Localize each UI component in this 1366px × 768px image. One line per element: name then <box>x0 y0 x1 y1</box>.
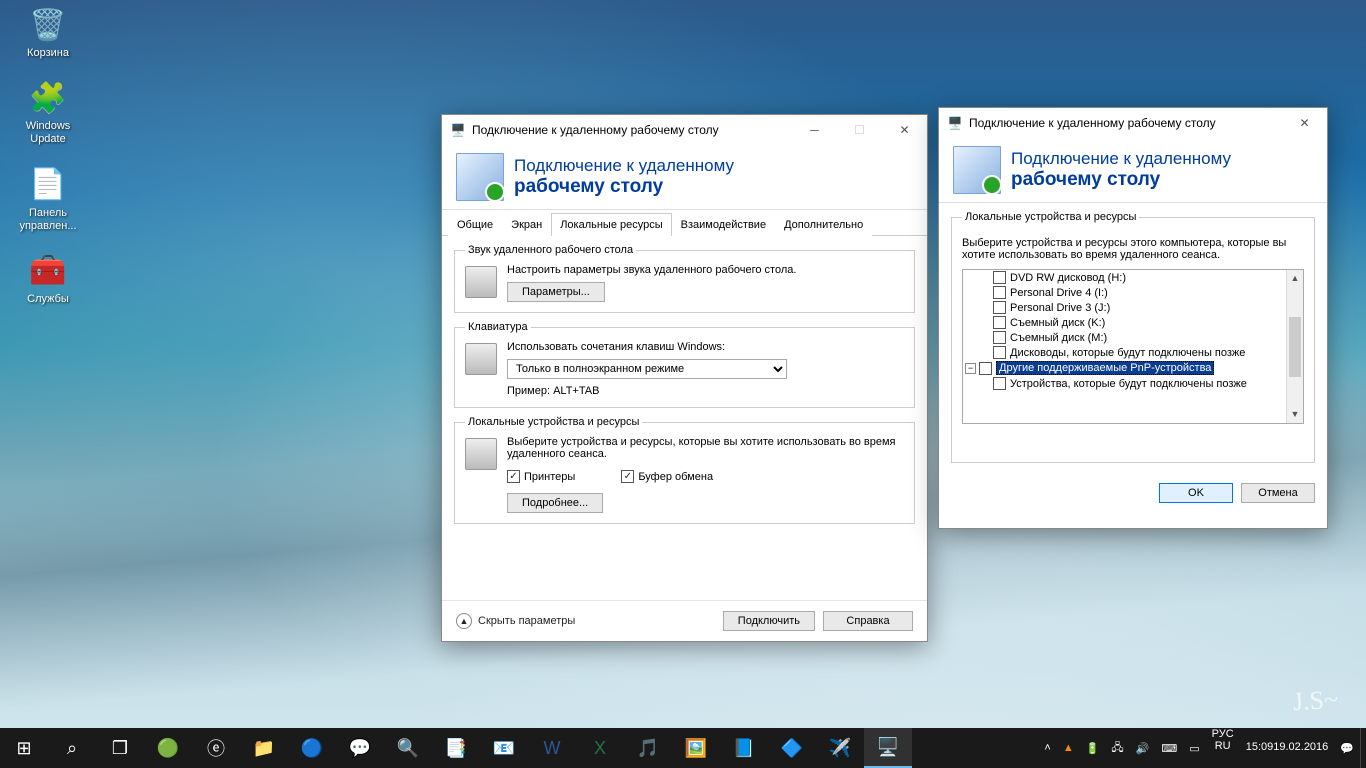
titlebar[interactable]: 🖥️ Подключение к удаленному рабочему сто… <box>442 115 927 145</box>
start-button[interactable]: ⊞ <box>0 728 48 768</box>
desktop-icon-winupdate[interactable]: 🧩Windows Update <box>10 78 86 146</box>
tray-language[interactable]: РУСRU <box>1206 728 1240 768</box>
system-tray: ˄ ▲ 🔋 🖧 🔊 ⌨ ▭ РУСRU 15:0919.02.2016 💬 <box>1038 728 1366 768</box>
taskbar-app[interactable]: 🔷 <box>768 728 816 768</box>
taskbar-app[interactable]: ✈️ <box>816 728 864 768</box>
tree-item[interactable]: Устройства, которые будут подключены поз… <box>963 376 1303 391</box>
rdc-banner-icon <box>456 153 504 201</box>
scrollbar[interactable]: ▲▼ <box>1286 270 1303 423</box>
taskbar-app[interactable]: 🖼️ <box>672 728 720 768</box>
tree-item[interactable]: Дисководы, которые будут подключены позж… <box>963 345 1303 360</box>
taskbar: ⊞ ⌕ ❐ 🟢 ⓔ 📁 🔵 💬 🔍 📑 📧 W X 🎵 🖼️ 📘 🔷 ✈️ 🖥️… <box>0 728 1366 768</box>
taskbar-app[interactable]: 🎵 <box>624 728 672 768</box>
tray-clock[interactable]: 15:0919.02.2016 <box>1240 728 1335 768</box>
tray-action-center-icon[interactable]: 💬 <box>1334 728 1360 768</box>
scroll-up-icon[interactable]: ▲ <box>1287 270 1303 287</box>
taskbar-app[interactable]: 📑 <box>432 728 480 768</box>
close-button[interactable]: ✕ <box>882 115 927 145</box>
tree-item[interactable]: Съемный диск (K:) <box>963 315 1303 330</box>
help-button[interactable]: Справка <box>823 611 913 631</box>
banner: Подключение к удаленному рабочему столу <box>939 138 1327 203</box>
bottom-bar: ▲Скрыть параметры Подключить Справка <box>442 600 927 641</box>
tab-body: Звук удаленного рабочего стола Настроить… <box>442 236 927 600</box>
rdc-icon: 🖥️ <box>947 115 963 131</box>
device-tree[interactable]: DVD RW дисковод (H:) Personal Drive 4 (I… <box>962 269 1304 424</box>
checkbox-printers[interactable]: ✓Принтеры <box>507 470 575 483</box>
taskbar-app-excel[interactable]: X <box>576 728 624 768</box>
devices-icon <box>465 438 497 470</box>
tray-battery-icon[interactable]: 🔋 <box>1080 728 1106 768</box>
document-icon: 📄 <box>28 165 68 205</box>
scroll-down-icon[interactable]: ▼ <box>1287 406 1303 423</box>
taskbar-app[interactable]: 📘 <box>720 728 768 768</box>
taskbar-app[interactable]: 🔍 <box>384 728 432 768</box>
audio-settings-button[interactable]: Параметры... <box>507 282 605 302</box>
taskbar-app-ie[interactable]: ⓔ <box>192 728 240 768</box>
taskbar-app-rdc[interactable]: 🖥️ <box>864 728 912 768</box>
tree-item[interactable]: Personal Drive 3 (J:) <box>963 300 1303 315</box>
tray-icon[interactable]: ▲ <box>1057 728 1080 768</box>
group-keyboard: Клавиатура Использовать сочетания клавиш… <box>454 321 915 408</box>
chevron-up-icon: ▲ <box>456 613 472 629</box>
desktop-icon-recycle[interactable]: 🗑️Корзина <box>10 5 86 60</box>
rdc-banner-icon <box>953 146 1001 194</box>
desktop-icon-control-panel[interactable]: 📄Панель управлен... <box>10 165 86 233</box>
taskbar-app[interactable]: 💬 <box>336 728 384 768</box>
rdc-devices-dialog: 🖥️ Подключение к удаленному рабочему сто… <box>938 107 1328 529</box>
wallpaper-signature: J.S~ <box>1292 685 1339 717</box>
recycle-bin-icon: 🗑️ <box>28 5 68 45</box>
show-desktop-button[interactable] <box>1360 728 1366 768</box>
tray-overflow[interactable]: ˄ <box>1038 728 1056 768</box>
tray-volume-icon[interactable]: 🔊 <box>1130 728 1156 768</box>
minimize-button[interactable]: ─ <box>792 115 837 145</box>
tab-local-resources[interactable]: Локальные ресурсы <box>551 213 671 236</box>
group-remote-audio: Звук удаленного рабочего стола Настроить… <box>454 244 915 313</box>
taskbar-app-outlook[interactable]: 📧 <box>480 728 528 768</box>
taskbar-app[interactable]: 🔵 <box>288 728 336 768</box>
group-local-devices: Локальные устройства и ресурсы Выберите … <box>951 211 1315 463</box>
tab-experience[interactable]: Взаимодействие <box>672 213 775 236</box>
close-button[interactable]: ✕ <box>1282 108 1327 138</box>
taskbar-app-word[interactable]: W <box>528 728 576 768</box>
tab-display[interactable]: Экран <box>502 213 551 236</box>
tray-keyboard-icon[interactable]: ⌨ <box>1155 728 1183 768</box>
taskbar-app-explorer[interactable]: 📁 <box>240 728 288 768</box>
search-button[interactable]: ⌕ <box>48 728 96 768</box>
task-view-button[interactable]: ❐ <box>96 728 144 768</box>
rdc-icon: 🖥️ <box>450 122 466 138</box>
cancel-button[interactable]: Отмена <box>1241 483 1315 503</box>
desktop-icons: 🗑️Корзина 🧩Windows Update 📄Панель управл… <box>10 5 86 306</box>
hide-options-link[interactable]: ▲Скрыть параметры <box>456 613 715 629</box>
window-title: Подключение к удаленному рабочему столу <box>472 123 792 137</box>
tray-network-icon[interactable]: 🖧 <box>1105 728 1129 768</box>
tab-advanced[interactable]: Дополнительно <box>775 213 872 236</box>
speaker-icon <box>465 266 497 298</box>
more-devices-button[interactable]: Подробнее... <box>507 493 603 513</box>
tree-item[interactable]: Personal Drive 4 (I:) <box>963 285 1303 300</box>
desktop-icon-services[interactable]: 🧰Службы <box>10 251 86 306</box>
toolbox-icon: 🧰 <box>28 251 68 291</box>
tree-item-pnp[interactable]: −Другие поддерживаемые PnP-устройства <box>963 360 1303 376</box>
titlebar[interactable]: 🖥️ Подключение к удаленному рабочему сто… <box>939 108 1327 138</box>
tray-icon[interactable]: ▭ <box>1183 728 1205 768</box>
scroll-thumb[interactable] <box>1289 317 1301 377</box>
taskbar-app-chrome[interactable]: 🟢 <box>144 728 192 768</box>
tree-item[interactable]: DVD RW дисковод (H:) <box>963 270 1303 285</box>
window-title: Подключение к удаленному рабочему столу <box>969 116 1282 130</box>
connect-button[interactable]: Подключить <box>723 611 815 631</box>
tab-general[interactable]: Общие <box>448 213 502 236</box>
dialog-body: Локальные устройства и ресурсы Выберите … <box>939 203 1327 528</box>
tree-item[interactable]: Съемный диск (M:) <box>963 330 1303 345</box>
ok-button[interactable]: OK <box>1159 483 1233 503</box>
keyboard-icon <box>465 343 497 375</box>
collapse-icon[interactable]: − <box>965 363 976 374</box>
windows-update-icon: 🧩 <box>28 78 68 118</box>
rdc-main-window: 🖥️ Подключение к удаленному рабочему сто… <box>441 114 928 642</box>
banner: Подключение к удаленному рабочему столу <box>442 145 927 210</box>
group-local-devices: Локальные устройства и ресурсы Выберите … <box>454 416 915 524</box>
keyboard-combo[interactable]: Только в полноэкранном режиме <box>507 359 787 379</box>
tab-strip: Общие Экран Локальные ресурсы Взаимодейс… <box>442 212 927 236</box>
maximize-button[interactable]: ☐ <box>837 115 882 145</box>
checkbox-clipboard[interactable]: ✓Буфер обмена <box>621 470 713 483</box>
